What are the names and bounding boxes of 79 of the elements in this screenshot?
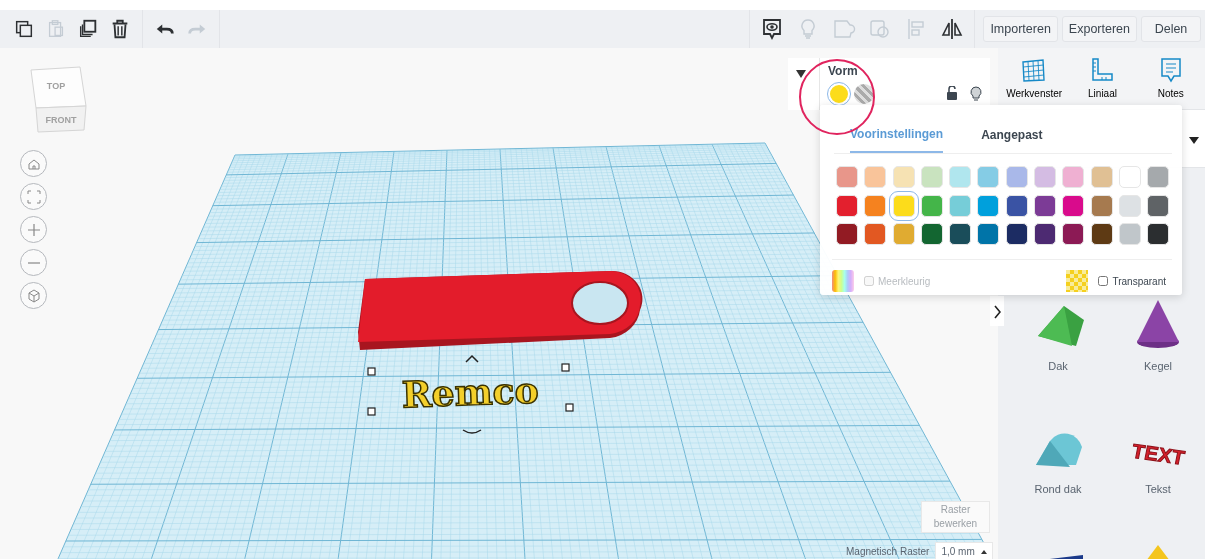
cube-icon xyxy=(25,287,42,304)
color-swatch[interactable] xyxy=(949,194,972,217)
hole-swatch[interactable] xyxy=(854,84,874,104)
dropdown-caret-icon[interactable] xyxy=(1189,137,1199,144)
color-swatch[interactable] xyxy=(1034,166,1057,188)
color-swatch[interactable] xyxy=(1090,166,1113,188)
fit-view-icon xyxy=(25,188,42,205)
color-swatch[interactable] xyxy=(1062,166,1085,188)
selection-handles[interactable] xyxy=(367,355,574,434)
shape-label: Tekst xyxy=(1145,481,1171,497)
mirror-icon xyxy=(940,17,965,41)
color-swatch[interactable] xyxy=(1034,223,1057,245)
zoom-out-button[interactable] xyxy=(20,249,47,276)
transparency-icon xyxy=(1066,270,1089,292)
color-swatch[interactable] xyxy=(949,166,972,188)
color-swatch[interactable] xyxy=(920,194,943,217)
chevron-right-icon xyxy=(993,304,1001,319)
color-swatch[interactable] xyxy=(1118,223,1141,245)
color-swatch[interactable] xyxy=(977,166,1000,188)
snap-grid-label: Magnetisch Raster xyxy=(846,545,930,559)
multicolor-icon xyxy=(832,270,854,292)
duplicate-icon xyxy=(77,18,99,40)
color-swatch[interactable] xyxy=(836,166,858,188)
color-swatch[interactable] xyxy=(864,223,887,245)
collapse-icon[interactable] xyxy=(796,70,806,78)
multicolor-label: Meerkleurig xyxy=(878,274,931,289)
shape-label: Dak xyxy=(1048,359,1068,374)
color-swatch[interactable] xyxy=(836,223,858,245)
color-swatch[interactable] xyxy=(1147,223,1170,245)
cube-button[interactable] xyxy=(20,282,47,309)
color-swatch[interactable] xyxy=(864,166,887,188)
color-swatch[interactable] xyxy=(1034,194,1057,217)
color-swatch[interactable] xyxy=(892,223,915,245)
text-shape-thumbnail[interactable]: TEXT xyxy=(1132,439,1184,469)
workplane-tool-button[interactable]: Werkvenster xyxy=(1000,48,1069,109)
padlock-icon[interactable] xyxy=(946,86,958,100)
color-swatch[interactable] xyxy=(1005,166,1028,188)
copy-icon xyxy=(13,18,35,40)
color-swatch[interactable] xyxy=(920,166,943,188)
lightbulb-icon[interactable] xyxy=(970,86,982,102)
ruler-tool-button[interactable]: Liniaal xyxy=(1068,48,1137,109)
color-swatch[interactable] xyxy=(836,194,858,217)
shape-label: Kegel xyxy=(1143,359,1173,374)
object-text: Remco xyxy=(400,368,540,416)
color-swatch[interactable] xyxy=(892,166,915,188)
shape-label: Rond dak xyxy=(1034,481,1082,497)
zoom-in-button[interactable] xyxy=(20,216,47,243)
color-swatch[interactable] xyxy=(1005,223,1028,245)
color-swatch[interactable] xyxy=(1147,166,1170,188)
home-button[interactable] xyxy=(20,150,47,177)
caret-icon xyxy=(980,550,987,555)
color-swatch[interactable] xyxy=(977,223,1000,245)
transparent-label: Transparant xyxy=(1112,274,1166,289)
transparent-checkbox[interactable] xyxy=(1098,276,1109,286)
notes-tool-button[interactable]: Notes xyxy=(1136,48,1205,109)
group-icon xyxy=(832,17,857,41)
color-swatch[interactable] xyxy=(1062,223,1085,245)
toolbar-button[interactable]: Exporteren xyxy=(1061,16,1137,42)
color-swatch[interactable] xyxy=(1118,194,1141,217)
color-tab[interactable]: Aangepast xyxy=(981,119,1043,153)
color-swatch[interactable] xyxy=(977,194,1000,217)
snap-grid-select[interactable]: 1,0 mm xyxy=(935,542,993,559)
zoom-out-icon xyxy=(25,261,42,264)
color-swatch[interactable] xyxy=(1118,166,1141,188)
solid-color-swatch[interactable] xyxy=(828,83,850,105)
inspector-title: Vorm xyxy=(828,63,859,80)
fit-view-button[interactable] xyxy=(20,183,47,210)
color-swatch[interactable] xyxy=(949,223,972,245)
color-swatch[interactable] xyxy=(1005,194,1028,217)
toolbar-button[interactable]: Importeren xyxy=(983,16,1058,42)
toolbar-button[interactable]: Delen xyxy=(1141,16,1201,42)
color-swatch[interactable] xyxy=(1147,194,1170,217)
color-swatch[interactable] xyxy=(920,223,943,245)
color-swatch[interactable] xyxy=(1062,194,1085,217)
color-swatch[interactable] xyxy=(864,194,887,217)
color-swatch[interactable] xyxy=(1090,194,1113,217)
color-swatch[interactable] xyxy=(1090,223,1113,245)
zoom-in-icon xyxy=(25,221,42,238)
panel-collapse-tab[interactable] xyxy=(990,296,1004,326)
